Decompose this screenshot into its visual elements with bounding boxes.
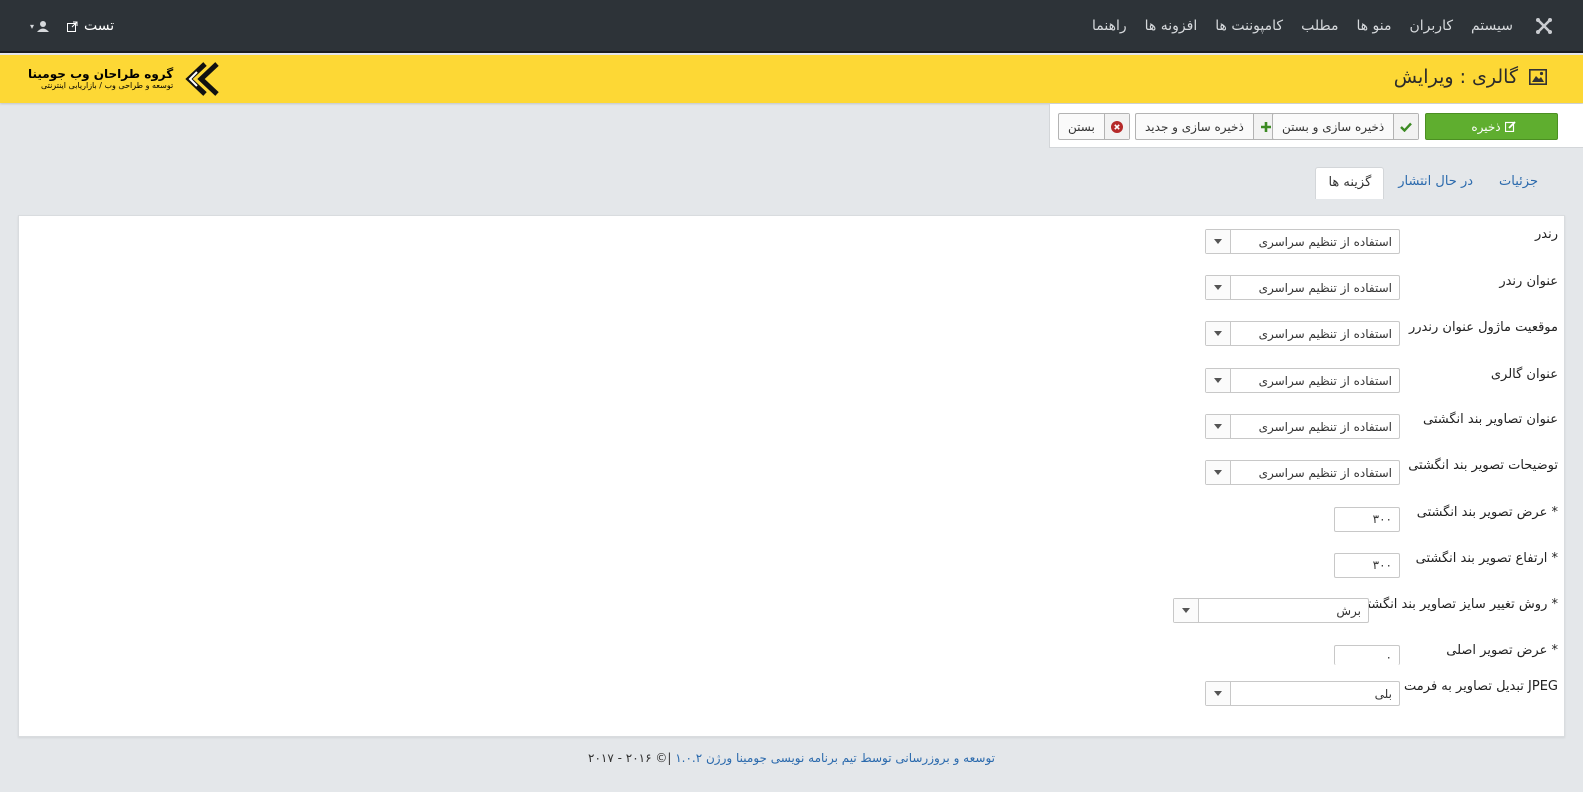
caret-down-icon <box>1174 599 1199 622</box>
close-label: بستن <box>1068 119 1095 134</box>
thumb-desc-value: استفاده از تنظیم سراسری <box>1258 465 1392 480</box>
caret-down-icon <box>1206 682 1231 705</box>
caret-down-icon <box>1206 322 1231 345</box>
menu-menus[interactable]: منو ها <box>1356 18 1391 34</box>
cancel-icon <box>1103 114 1129 139</box>
jpeg-convert-value: بلی <box>1374 686 1392 701</box>
footer-copyright: |© ۲۰۱۶ - ۲۰۱۷ <box>588 751 676 765</box>
jpeg-convert-select[interactable]: بلی <box>1205 681 1400 706</box>
field-label-original-width: عرض تصویر اصلی * <box>1446 643 1558 658</box>
field-label-gallery-title: عنوان گالری <box>1490 367 1558 382</box>
caret-down-icon <box>1206 230 1231 253</box>
image-icon <box>1529 69 1547 85</box>
field-label-render-title: عنوان رندر <box>1499 274 1558 289</box>
view-site-link[interactable]: تست <box>67 18 114 34</box>
field-label-title-position: موقعیت ماژول عنوان رندرر <box>1408 320 1558 335</box>
external-link-icon <box>67 21 78 32</box>
site-name: تست <box>84 18 115 34</box>
menu-system[interactable]: سیستم <box>1471 18 1513 34</box>
thumb-width-input[interactable]: ۳۰۰ <box>1334 507 1400 532</box>
render-select[interactable]: استفاده از تنظیم سراسری <box>1205 229 1400 254</box>
render-value: استفاده از تنظیم سراسری <box>1258 234 1392 249</box>
brand-name: گروه طراحان وب جومینا <box>28 66 174 81</box>
options-panel: رندر استفاده از تنظیم سراسری عنوان رندر … <box>18 215 1565 737</box>
top-navbar: سیستم کاربران منو ها مطلب کامپوننت ها اف… <box>0 0 1583 53</box>
thumb-height-input[interactable]: ۳۰۰ <box>1334 553 1400 578</box>
main-menu: سیستم کاربران منو ها مطلب کامپوننت ها اف… <box>1074 0 1513 52</box>
render-title-value: استفاده از تنظیم سراسری <box>1258 280 1392 295</box>
caret-down-icon: ▾ <box>30 21 35 31</box>
tab-options[interactable]: گزینه ها <box>1315 167 1385 199</box>
title-position-value: استفاده از تنظیم سراسری <box>1258 326 1392 341</box>
page-footer: توسعه و بروزرسانی توسط تیم برنامه نویسی … <box>0 751 1583 765</box>
field-label-thumb-desc: توضیحات تصویر بند انگشتی <box>1408 458 1558 473</box>
field-label-jpeg-convert: تبدیل تصاویر به فرمت JPEG <box>1404 679 1558 694</box>
thumb-title-select[interactable]: استفاده از تنظیم سراسری <box>1205 414 1400 439</box>
check-icon <box>1393 114 1419 139</box>
original-width-input[interactable]: ۰ <box>1334 645 1400 665</box>
joomla-logo-icon[interactable] <box>1535 17 1553 35</box>
save-label: ذخیره <box>1471 119 1501 134</box>
field-label-resize-method: روش تغییر سایز تصاویر بند انگشتی * <box>1356 597 1558 612</box>
resize-method-value: برش <box>1336 603 1361 618</box>
menu-content[interactable]: مطلب <box>1301 18 1338 34</box>
resize-method-select[interactable]: برش <box>1173 598 1369 623</box>
close-button[interactable]: بستن <box>1058 113 1130 140</box>
title-position-select[interactable]: استفاده از تنظیم سراسری <box>1205 321 1400 346</box>
render-title-select[interactable]: استفاده از تنظیم سراسری <box>1205 275 1400 300</box>
save-button[interactable]: ذخیره <box>1425 113 1558 140</box>
tab-details[interactable]: جزئیات <box>1487 167 1550 199</box>
field-label-thumb-height: ارتفاع تصویر بند انگشتی * <box>1415 551 1558 566</box>
menu-help[interactable]: راهنما <box>1092 18 1127 34</box>
tab-bar: جزئیات در حال انتشار گزینه ها <box>1313 167 1550 199</box>
menu-users[interactable]: کاربران <box>1410 18 1453 34</box>
footer-link[interactable]: توسعه و بروزرسانی توسط تیم برنامه نویسی … <box>675 751 995 765</box>
save-new-button[interactable]: ذخیره سازی و جدید <box>1135 113 1279 140</box>
save-close-button[interactable]: ذخیره سازی و بستن <box>1272 113 1420 140</box>
menu-components[interactable]: کامپوننت ها <box>1215 18 1283 34</box>
save-new-label: ذخیره سازی و جدید <box>1145 119 1244 134</box>
save-close-label: ذخیره سازی و بستن <box>1282 119 1385 134</box>
field-label-render: رندر <box>1535 227 1558 242</box>
field-label-thumb-width: عرض تصویر بند انگشتی * <box>1416 505 1558 520</box>
caret-down-icon <box>1206 461 1231 484</box>
tab-publishing[interactable]: در حال انتشار <box>1386 167 1485 199</box>
field-label-thumb-title: عنوان تصاویر بند انگشتی <box>1422 412 1558 427</box>
caret-down-icon <box>1206 276 1231 299</box>
brand-tagline: توسعه و طراحی وب / بازاریابی اینترنتی <box>41 81 174 91</box>
brand-chevron-icon <box>185 62 219 96</box>
edit-icon <box>1504 121 1516 132</box>
thumb-title-value: استفاده از تنظیم سراسری <box>1258 419 1392 434</box>
caret-down-icon <box>1206 369 1231 392</box>
gallery-title-value: استفاده از تنظیم سراسری <box>1258 373 1392 388</box>
gallery-title-select[interactable]: استفاده از تنظیم سراسری <box>1205 368 1400 393</box>
caret-down-icon <box>1206 415 1231 438</box>
menu-extensions[interactable]: افزونه ها <box>1145 18 1198 34</box>
brand-logo: گروه طراحان وب جومینا توسعه و طراحی وب /… <box>28 62 221 96</box>
page-title: گالری : ویرایش <box>1393 66 1518 88</box>
user-menu-dropdown[interactable]: ▾ <box>30 20 50 32</box>
user-icon <box>37 21 50 32</box>
page-header: گالری : ویرایش گروه طراحان وب جومینا توس… <box>0 55 1583 103</box>
action-toolbar: بستن ذخیره سازی و جدید ذخیره سازی و بستن… <box>1049 104 1583 148</box>
thumb-desc-select[interactable]: استفاده از تنظیم سراسری <box>1205 460 1400 485</box>
